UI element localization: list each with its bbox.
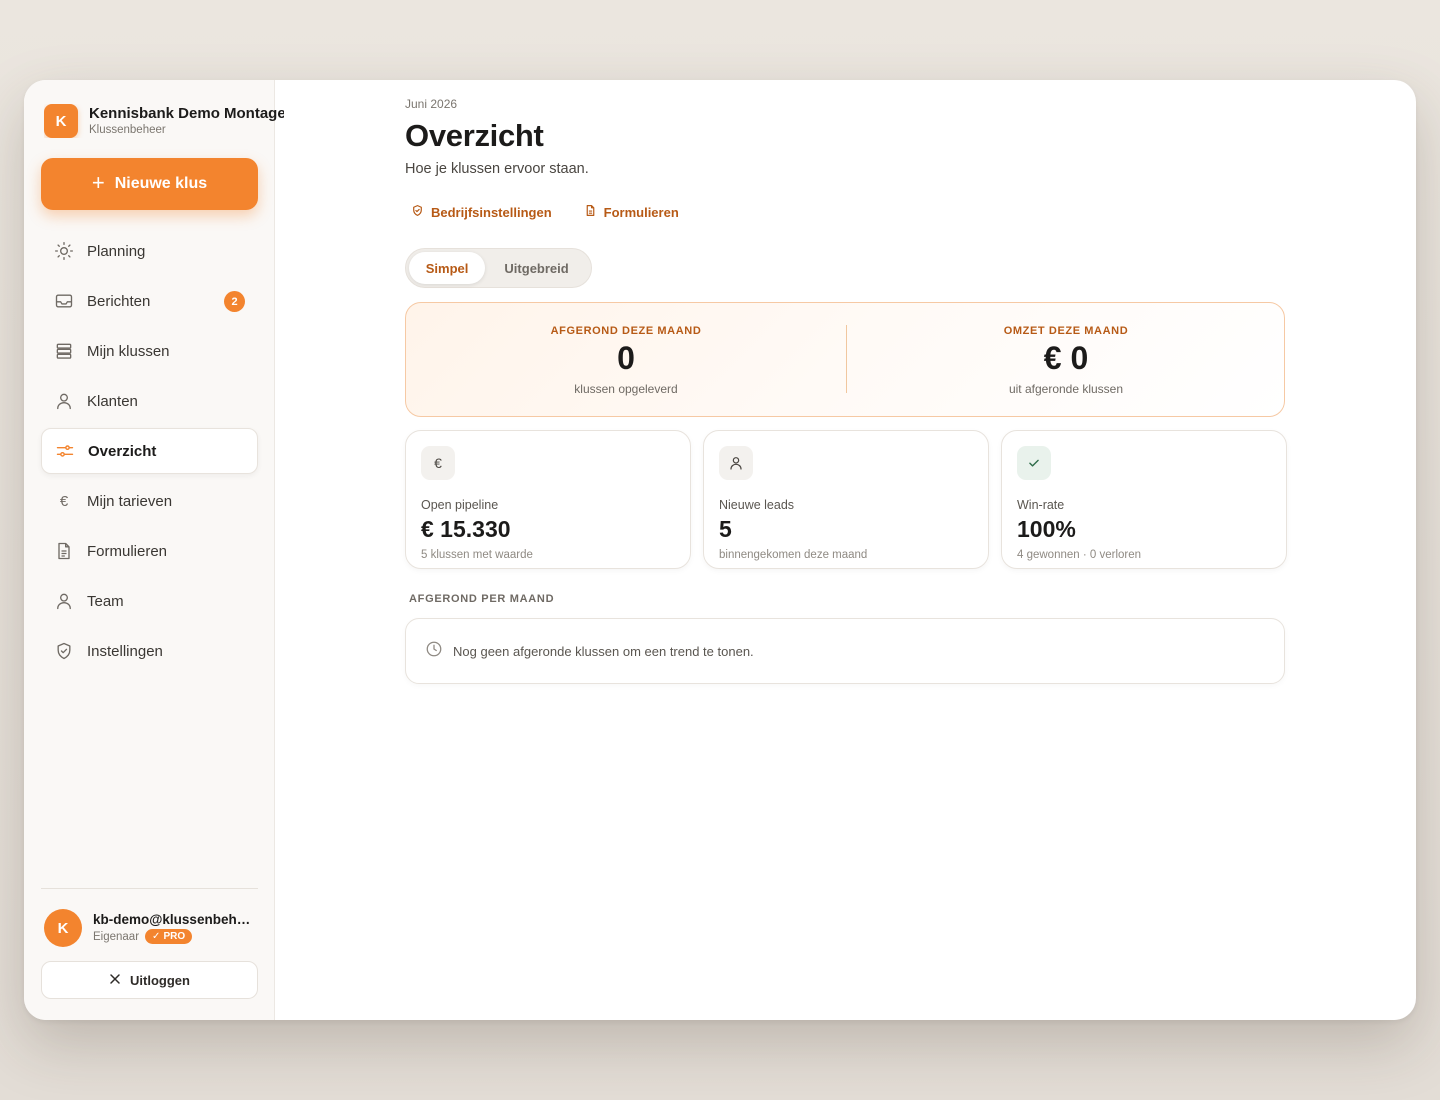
sidebar-item-label: Formulieren (87, 542, 168, 560)
forms-label: Formulieren (603, 204, 679, 220)
main-content: Juni 2026 Overzicht Hoe je klussen ervoo… (275, 80, 1416, 1020)
stat-sub: binnengekomen deze maand (719, 549, 868, 561)
revenue-label: OMZET DEZE MAAND (1003, 325, 1129, 337)
logout-button[interactable]: Uitloggen (41, 961, 258, 999)
stat-sub: 4 gewonnen · 0 verloren (1017, 549, 1142, 561)
toggle-simple[interactable]: Simpel (409, 252, 486, 284)
stat-value: € 15.330 (421, 516, 511, 542)
stat-sub: 5 klussen met waarde (421, 549, 533, 561)
sidebar-item-formulieren[interactable]: Formulieren (41, 528, 258, 574)
sidebar-item-klanten[interactable]: Klanten (41, 378, 258, 424)
sidebar-divider (41, 888, 258, 889)
sidebar-item-mijn-tarieven[interactable]: € Mijn tarieven (41, 478, 258, 524)
new-job-label: Nieuwe klus (114, 175, 208, 192)
shield-check-icon (53, 640, 75, 662)
sidebar-item-instellingen[interactable]: Instellingen (41, 628, 258, 674)
pro-badge-label: PRO (163, 931, 186, 942)
sidebar-item-label: Overzicht (88, 442, 157, 460)
user-icon (719, 446, 753, 480)
completed-sub: klussen opgeleverd (574, 382, 678, 396)
logout-label: Uitloggen (130, 972, 190, 988)
document-icon (53, 540, 75, 562)
revenue-sub: uit afgeronde klussen (1008, 382, 1124, 396)
new-job-button[interactable]: + Nieuwe klus (41, 158, 258, 210)
app-window: K Kennisbank Demo Montage Klussenbeheer … (24, 80, 1416, 1020)
stats-row: € Open pipeline € 15.330 5 klussen met w… (405, 430, 1287, 569)
avatar: K (44, 909, 82, 947)
stat-card-leads: Nieuwe leads 5 binnengekomen deze maand (703, 430, 989, 569)
user-email: kb-demo@klussenbeheer.nl (93, 912, 251, 927)
inbox-icon (53, 290, 75, 312)
stat-value: 100% (1017, 516, 1076, 542)
plus-icon: + (91, 170, 105, 195)
sidebar-item-label: Instellingen (87, 642, 163, 660)
sidebar-item-label: Mijn tarieven (87, 492, 173, 510)
view-toggle: Simpel Uitgebreid (405, 248, 592, 288)
stat-card-pipeline: € Open pipeline € 15.330 5 klussen met w… (405, 430, 691, 569)
document-icon (584, 204, 597, 220)
check-icon: ✓ (152, 931, 161, 942)
user-role: Eigenaar (93, 930, 140, 943)
sidebar-item-label: Berichten (87, 292, 151, 310)
brand[interactable]: K Kennisbank Demo Montage Klussenbeheer (44, 104, 284, 138)
quick-links: Bedrijfsinstellingen Formulieren (411, 204, 679, 220)
monthly-summary-card: AFGEROND DEZE MAAND 0 klussen opgeleverd… (405, 302, 1285, 417)
brand-logo: K (44, 104, 78, 138)
clock-icon (425, 640, 443, 663)
brand-subtitle: Klussenbeheer (89, 124, 166, 136)
trend-section-label: AFGEROND PER MAAND (409, 593, 555, 605)
euro-icon: € (59, 492, 69, 510)
stat-label: Nieuwe leads (719, 498, 795, 512)
shield-check-icon (411, 204, 424, 220)
layers-icon (53, 340, 75, 362)
period-label: Juni 2026 (405, 97, 458, 111)
close-icon (109, 973, 121, 988)
sidebar-item-label: Team (87, 592, 124, 610)
revenue-this-month: OMZET DEZE MAAND € 0 uit afgeronde kluss… (846, 303, 1286, 416)
toggle-extended[interactable]: Uitgebreid (485, 252, 588, 284)
page-title: Overzicht (405, 118, 544, 153)
user-profile[interactable]: K kb-demo@klussenbeheer.nl Eigenaar ✓ PR… (44, 909, 259, 947)
sidebar-item-overzicht[interactable]: Overzicht (41, 428, 258, 474)
sidebar-item-label: Klanten (87, 392, 138, 410)
sidebar-item-label: Mijn klussen (87, 342, 170, 360)
stat-label: Win-rate (1017, 498, 1065, 512)
completed-label: AFGEROND DEZE MAAND (550, 325, 702, 337)
stat-value: 5 (719, 516, 732, 542)
unread-badge: 2 (224, 291, 245, 312)
sidebar: K Kennisbank Demo Montage Klussenbeheer … (24, 80, 284, 1020)
stat-label: Open pipeline (421, 498, 499, 512)
brand-name: Kennisbank Demo Montage (89, 105, 284, 122)
company-settings-label: Bedrijfsinstellingen (431, 204, 552, 220)
sidebar-item-team[interactable]: Team (41, 578, 258, 624)
page-subtitle: Hoe je klussen ervoor staan. (405, 161, 589, 177)
stat-card-winrate: Win-rate 100% 4 gewonnen · 0 verloren (1001, 430, 1287, 569)
company-settings-link[interactable]: Bedrijfsinstellingen (411, 204, 552, 220)
sun-icon (53, 240, 75, 262)
sliders-icon (54, 440, 76, 462)
user-icon (53, 590, 75, 612)
sidebar-item-planning[interactable]: Planning (41, 228, 258, 274)
sidebar-item-berichten[interactable]: Berichten 2 (41, 278, 258, 324)
sidebar-item-mijn-klussen[interactable]: Mijn klussen (41, 328, 258, 374)
forms-link[interactable]: Formulieren (584, 204, 679, 220)
sidebar-item-label: Planning (87, 242, 146, 260)
completed-this-month: AFGEROND DEZE MAAND 0 klussen opgeleverd (406, 303, 846, 416)
sidebar-nav: Planning Berichten 2 Mijn klussen Klante… (41, 228, 258, 678)
trend-empty-text: Nog geen afgeronde klussen om een trend … (453, 643, 754, 659)
euro-icon: € (421, 446, 455, 480)
completed-value: 0 (617, 340, 635, 376)
pro-badge: ✓ PRO (145, 929, 193, 944)
check-icon (1017, 446, 1051, 480)
user-icon (53, 390, 75, 412)
trend-empty-state: Nog geen afgeronde klussen om een trend … (405, 618, 1285, 684)
revenue-value: € 0 (1043, 340, 1089, 376)
